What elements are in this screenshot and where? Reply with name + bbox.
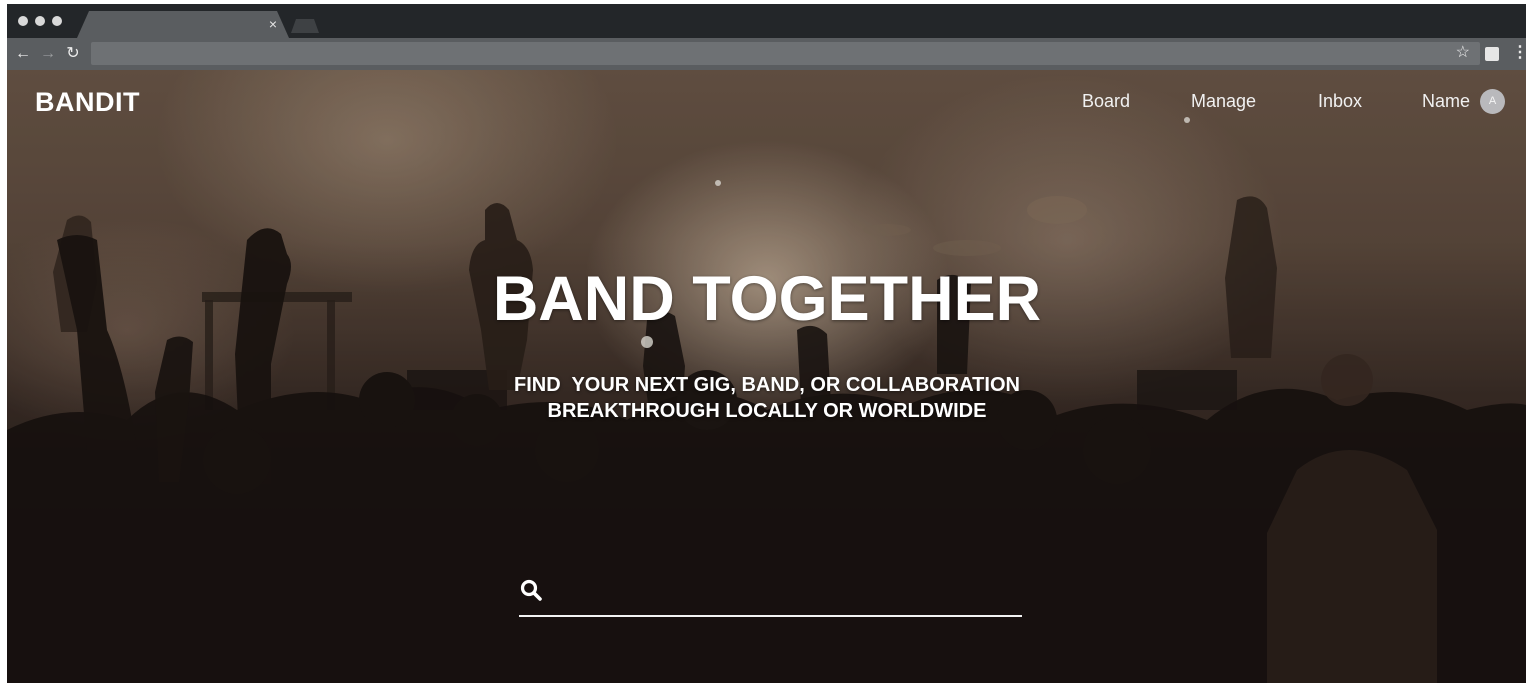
window-controls xyxy=(18,16,62,26)
extension-icon[interactable] xyxy=(1485,47,1499,61)
hero-subline-1: FIND YOUR NEXT GIG, BAND, OR COLLABORATI… xyxy=(514,374,1020,396)
maximize-window-dot[interactable] xyxy=(52,16,62,26)
browser-toolbar: ← → ↻ ☆ ⋮ xyxy=(7,38,1526,70)
search-input[interactable] xyxy=(557,577,1016,607)
hero-headline: BAND TOGETHER xyxy=(492,264,1042,334)
minimize-window-dot[interactable] xyxy=(35,16,45,26)
nav-board[interactable]: Board xyxy=(1082,90,1130,112)
nav-name[interactable]: Name xyxy=(1422,90,1470,112)
reload-icon[interactable]: ↻ xyxy=(64,44,82,64)
tab-active[interactable]: × xyxy=(77,11,289,38)
browser-menu-icon[interactable]: ⋮ xyxy=(1512,43,1526,63)
search-icon[interactable] xyxy=(519,578,545,604)
back-arrow-icon[interactable]: ← xyxy=(14,44,32,64)
browser-window: × ← → ↻ ☆ ⋮ BANDIT Board Manage Inbox Na… xyxy=(7,4,1526,683)
avatar[interactable]: A xyxy=(1480,89,1505,114)
search-bar xyxy=(519,569,1022,617)
brand-logo[interactable]: BANDIT xyxy=(35,86,140,118)
nav-inbox[interactable]: Inbox xyxy=(1318,90,1362,112)
hero-section: BANDIT Board Manage Inbox Name A BAND TO… xyxy=(7,70,1526,683)
new-tab-button[interactable] xyxy=(291,19,319,33)
nav-manage[interactable]: Manage xyxy=(1191,90,1256,112)
forward-arrow-icon[interactable]: → xyxy=(39,44,57,64)
tab-strip: × xyxy=(7,4,1526,38)
bookmark-star-icon[interactable]: ☆ xyxy=(1456,43,1470,63)
tab-close-icon[interactable]: × xyxy=(269,15,277,33)
close-window-dot[interactable] xyxy=(18,16,28,26)
hero-subline-2: BREAKTHROUGH LOCALLY OR WORLDWIDE xyxy=(547,400,987,422)
address-bar[interactable]: ☆ xyxy=(91,42,1480,65)
